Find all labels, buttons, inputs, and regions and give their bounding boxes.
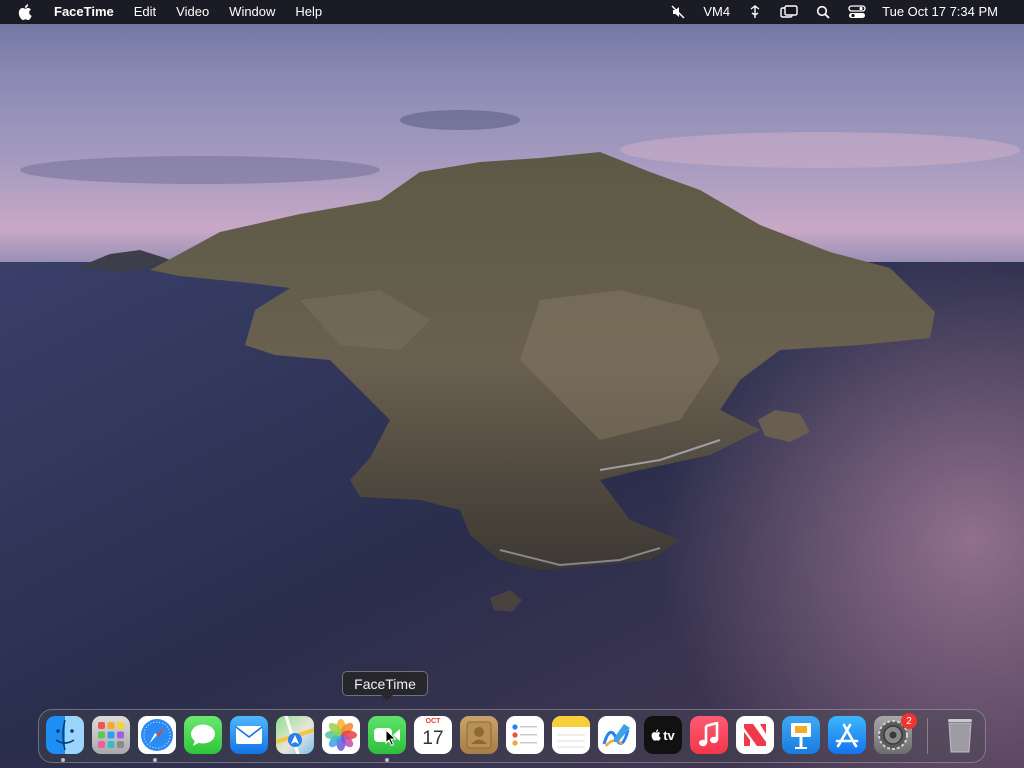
menu-window[interactable]: Window [219, 0, 285, 24]
mouse-cursor-icon [385, 729, 397, 747]
apple-menu-icon[interactable] [0, 4, 44, 20]
maps-icon[interactable] [276, 716, 314, 754]
freeform-icon[interactable] [598, 716, 636, 754]
screen-mirroring-icon[interactable] [772, 0, 806, 24]
messages-icon[interactable] [184, 716, 222, 754]
news-icon[interactable] [736, 716, 774, 754]
running-indicator [153, 758, 157, 762]
launchpad-icon[interactable] [92, 716, 130, 754]
photos-icon[interactable] [322, 716, 360, 754]
finder-icon[interactable] [46, 716, 84, 754]
dock-tooltip: FaceTime [342, 671, 428, 701]
menu-video[interactable]: Video [166, 0, 219, 24]
clock-date[interactable]: Tue Oct 17 7:34 PM [874, 0, 1006, 24]
contacts-icon[interactable] [460, 716, 498, 754]
running-indicator [385, 758, 389, 762]
app-menu-facetime[interactable]: FaceTime [44, 0, 124, 24]
control-center-icon[interactable] [840, 0, 874, 24]
trash-icon[interactable] [941, 716, 979, 754]
dock-separator [927, 718, 928, 754]
network-icon[interactable] [738, 0, 772, 24]
calendar-month: OCT [425, 718, 441, 725]
menu-help[interactable]: Help [285, 0, 332, 24]
date-text: Tue Oct 17 [882, 4, 946, 19]
mail-icon[interactable] [230, 716, 268, 754]
desktop-wallpaper [0, 0, 1024, 768]
app-store-icon[interactable] [828, 716, 866, 754]
menu-bar: FaceTime Edit Video Window Help VM4 Tue … [0, 0, 1024, 24]
safari-icon[interactable] [138, 716, 176, 754]
time-text: 7:34 PM [949, 4, 998, 19]
tv-icon[interactable]: tv [644, 716, 682, 754]
dock: OCT 17 tv 2 [38, 709, 986, 763]
catalina-island-illustration [0, 110, 1024, 768]
notification-badge: 2 [901, 713, 917, 729]
menu-edit[interactable]: Edit [124, 0, 166, 24]
tv-label: tv [663, 727, 675, 743]
calendar-day: 17 [422, 728, 444, 749]
notes-icon[interactable] [552, 716, 590, 754]
music-icon[interactable] [690, 716, 728, 754]
keynote-icon[interactable] [782, 716, 820, 754]
calendar-icon[interactable]: OCT 17 [414, 716, 452, 754]
vm-label[interactable]: VM4 [695, 0, 738, 24]
search-icon[interactable] [806, 0, 840, 24]
reminders-icon[interactable] [506, 716, 544, 754]
mute-icon[interactable] [661, 0, 695, 24]
running-indicator [61, 758, 65, 762]
